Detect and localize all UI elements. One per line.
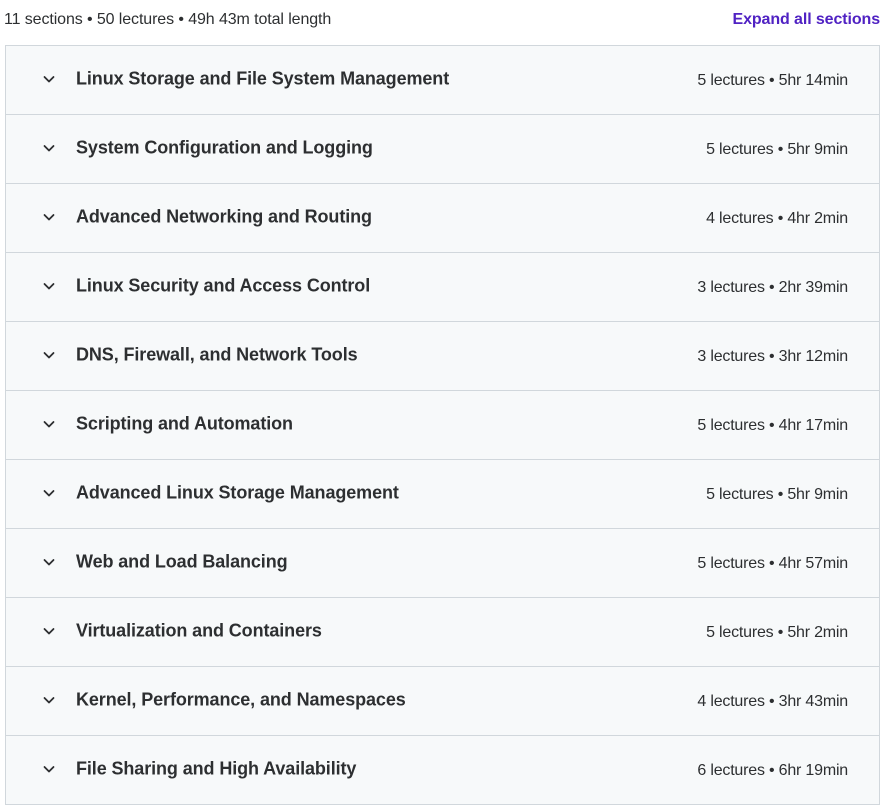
section-meta: 3 lectures • 3hr 12min: [697, 347, 848, 365]
curriculum-summary-bar: 11 sections • 50 lectures • 49h 43m tota…: [4, 0, 880, 40]
section-meta: 4 lectures • 4hr 2min: [706, 209, 848, 227]
chevron-down-icon: [41, 761, 57, 777]
expand-all-sections-button[interactable]: Expand all sections: [733, 11, 881, 29]
section-meta: 5 lectures • 4hr 57min: [697, 554, 848, 572]
section-meta: 5 lectures • 5hr 14min: [697, 71, 848, 89]
section-title: Linux Storage and File System Management: [76, 68, 450, 89]
section-meta: 4 lectures • 3hr 43min: [697, 692, 848, 710]
section-meta: 5 lectures • 5hr 9min: [706, 485, 848, 503]
section-meta: 5 lectures • 5hr 2min: [706, 623, 848, 641]
chevron-down-icon: [41, 347, 57, 363]
curriculum-summary-text: 11 sections • 50 lectures • 49h 43m tota…: [4, 11, 332, 28]
section-title: Web and Load Balancing: [76, 551, 288, 572]
section-header-8[interactable]: Web and Load Balancing 5 lectures • 4hr …: [6, 529, 879, 598]
section-title: Advanced Linux Storage Management: [76, 482, 399, 503]
section-title: DNS, Firewall, and Network Tools: [76, 344, 358, 365]
section-title: File Sharing and High Availability: [76, 758, 357, 779]
chevron-down-icon: [41, 485, 57, 501]
section-title: Kernel, Performance, and Namespaces: [76, 689, 406, 710]
chevron-down-icon: [41, 692, 57, 708]
section-meta: 3 lectures • 2hr 39min: [697, 278, 848, 296]
section-meta: 5 lectures • 5hr 9min: [706, 140, 848, 158]
chevron-down-icon: [41, 623, 57, 639]
section-header-5[interactable]: DNS, Firewall, and Network Tools 3 lectu…: [6, 322, 879, 391]
section-list: Linux Storage and File System Management…: [5, 45, 880, 805]
chevron-down-icon: [41, 140, 57, 156]
section-meta: 5 lectures • 4hr 17min: [697, 416, 848, 434]
section-header-2[interactable]: System Configuration and Logging 5 lectu…: [6, 115, 879, 184]
section-header-4[interactable]: Linux Security and Access Control 3 lect…: [6, 253, 879, 322]
chevron-down-icon: [41, 416, 57, 432]
section-title: Advanced Networking and Routing: [76, 206, 372, 227]
section-header-11[interactable]: File Sharing and High Availability 6 lec…: [6, 736, 879, 804]
section-title: Scripting and Automation: [76, 413, 293, 434]
section-meta: 6 lectures • 6hr 19min: [697, 761, 848, 779]
section-header-9[interactable]: Virtualization and Containers 5 lectures…: [6, 598, 879, 667]
chevron-down-icon: [41, 278, 57, 294]
section-title: Linux Security and Access Control: [76, 275, 371, 296]
chevron-down-icon: [41, 554, 57, 570]
section-header-6[interactable]: Scripting and Automation 5 lectures • 4h…: [6, 391, 879, 460]
section-title: Virtualization and Containers: [76, 620, 322, 641]
section-header-10[interactable]: Kernel, Performance, and Namespaces 4 le…: [6, 667, 879, 736]
chevron-down-icon: [41, 209, 57, 225]
course-content-panel: 11 sections • 50 lectures • 49h 43m tota…: [0, 0, 884, 809]
section-title: System Configuration and Logging: [76, 137, 373, 158]
section-header-3[interactable]: Advanced Networking and Routing 4 lectur…: [6, 184, 879, 253]
section-header-7[interactable]: Advanced Linux Storage Management 5 lect…: [6, 460, 879, 529]
section-header-1[interactable]: Linux Storage and File System Management…: [6, 46, 879, 115]
chevron-down-icon: [41, 71, 57, 87]
